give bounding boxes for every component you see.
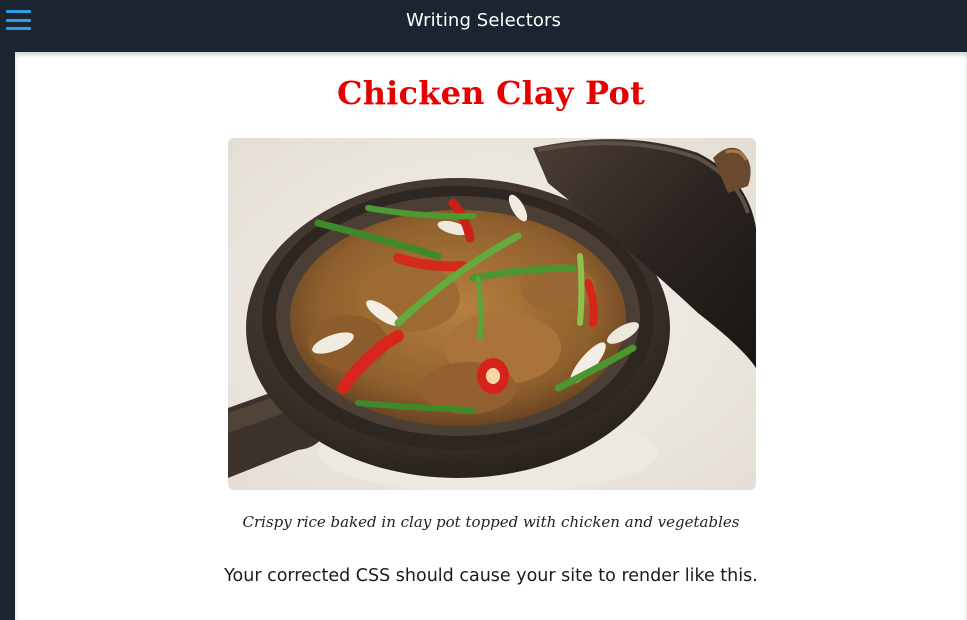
preview-pane: Chicken Clay Pot Crispy rice baked in cl…: [15, 52, 967, 620]
hamburger-menu-icon[interactable]: [6, 9, 32, 31]
menu-line: [6, 18, 31, 22]
instruction-text: Your corrected CSS should cause your sit…: [224, 566, 758, 586]
page-title: Writing Selectors: [405, 9, 562, 31]
menu-line: [6, 10, 31, 13]
menu-line: [6, 27, 31, 30]
photo-caption: Crispy rice baked in clay pot topped wit…: [242, 513, 740, 531]
sidebar-rail: [0, 52, 15, 620]
clay-pot-image: [228, 138, 756, 490]
recipe-heading: Chicken Clay Pot: [337, 74, 645, 112]
recipe-photo: [228, 138, 756, 490]
top-bar: Writing Selectors: [0, 0, 967, 52]
